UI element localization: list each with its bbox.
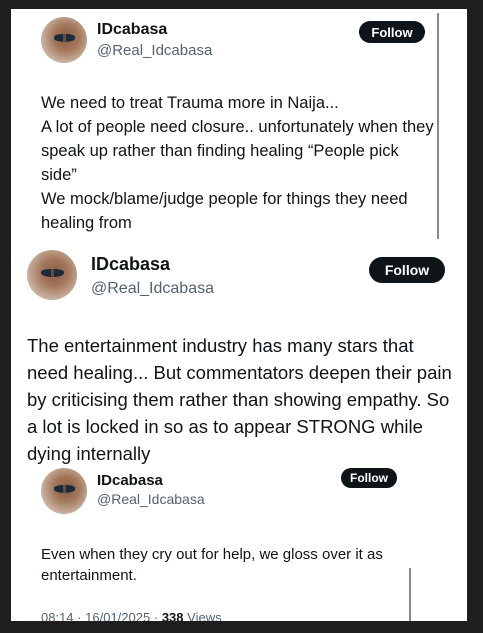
views-count: 338 (161, 610, 184, 621)
follow-button[interactable]: Follow (369, 257, 445, 283)
avatar[interactable] (27, 250, 77, 300)
thread-scroll-line (437, 13, 439, 239)
avatar[interactable] (41, 17, 87, 63)
tweet-text: Even when they cry out for help, we glos… (41, 546, 383, 584)
user-handle[interactable]: @Real_Idcabasa (91, 280, 214, 298)
follow-button[interactable]: Follow (359, 21, 425, 43)
tweet-2: IDcabasa @Real_Idcabasa Follow The enter… (11, 241, 467, 464)
meta-separator: · (153, 610, 159, 621)
tweet-1: IDcabasa @Real_Idcabasa Follow We need t… (11, 9, 467, 241)
display-name[interactable]: IDcabasa (97, 21, 167, 39)
tweet-text: The entertainment industry has many star… (27, 335, 452, 464)
tweet-text: We need to treat Trauma more in Naija...… (41, 94, 434, 232)
user-handle[interactable]: @Real_Idcabasa (97, 491, 205, 507)
screenshot-card: IDcabasa @Real_Idcabasa Follow We need t… (11, 9, 467, 621)
tweet-3: IDcabasa @Real_Idcabasa Follow Even when… (11, 461, 467, 621)
thread-scroll-line (409, 568, 411, 621)
views-label: Views (187, 610, 222, 621)
tweet-meta: 08:14 · 16/01/2025 · 338 Views (41, 610, 222, 621)
follow-button[interactable]: Follow (341, 468, 397, 488)
display-name[interactable]: IDcabasa (97, 472, 163, 489)
sunglasses-icon (53, 34, 76, 43)
user-handle[interactable]: @Real_Idcabasa (97, 42, 212, 59)
tweet-time[interactable]: 08:14 (41, 610, 74, 621)
display-name[interactable]: IDcabasa (91, 254, 170, 275)
meta-separator: · (77, 610, 82, 621)
tweet-date[interactable]: 16/01/2025 (85, 610, 150, 621)
sunglasses-icon (41, 269, 64, 277)
sunglasses-icon (53, 485, 76, 494)
avatar[interactable] (41, 468, 87, 514)
